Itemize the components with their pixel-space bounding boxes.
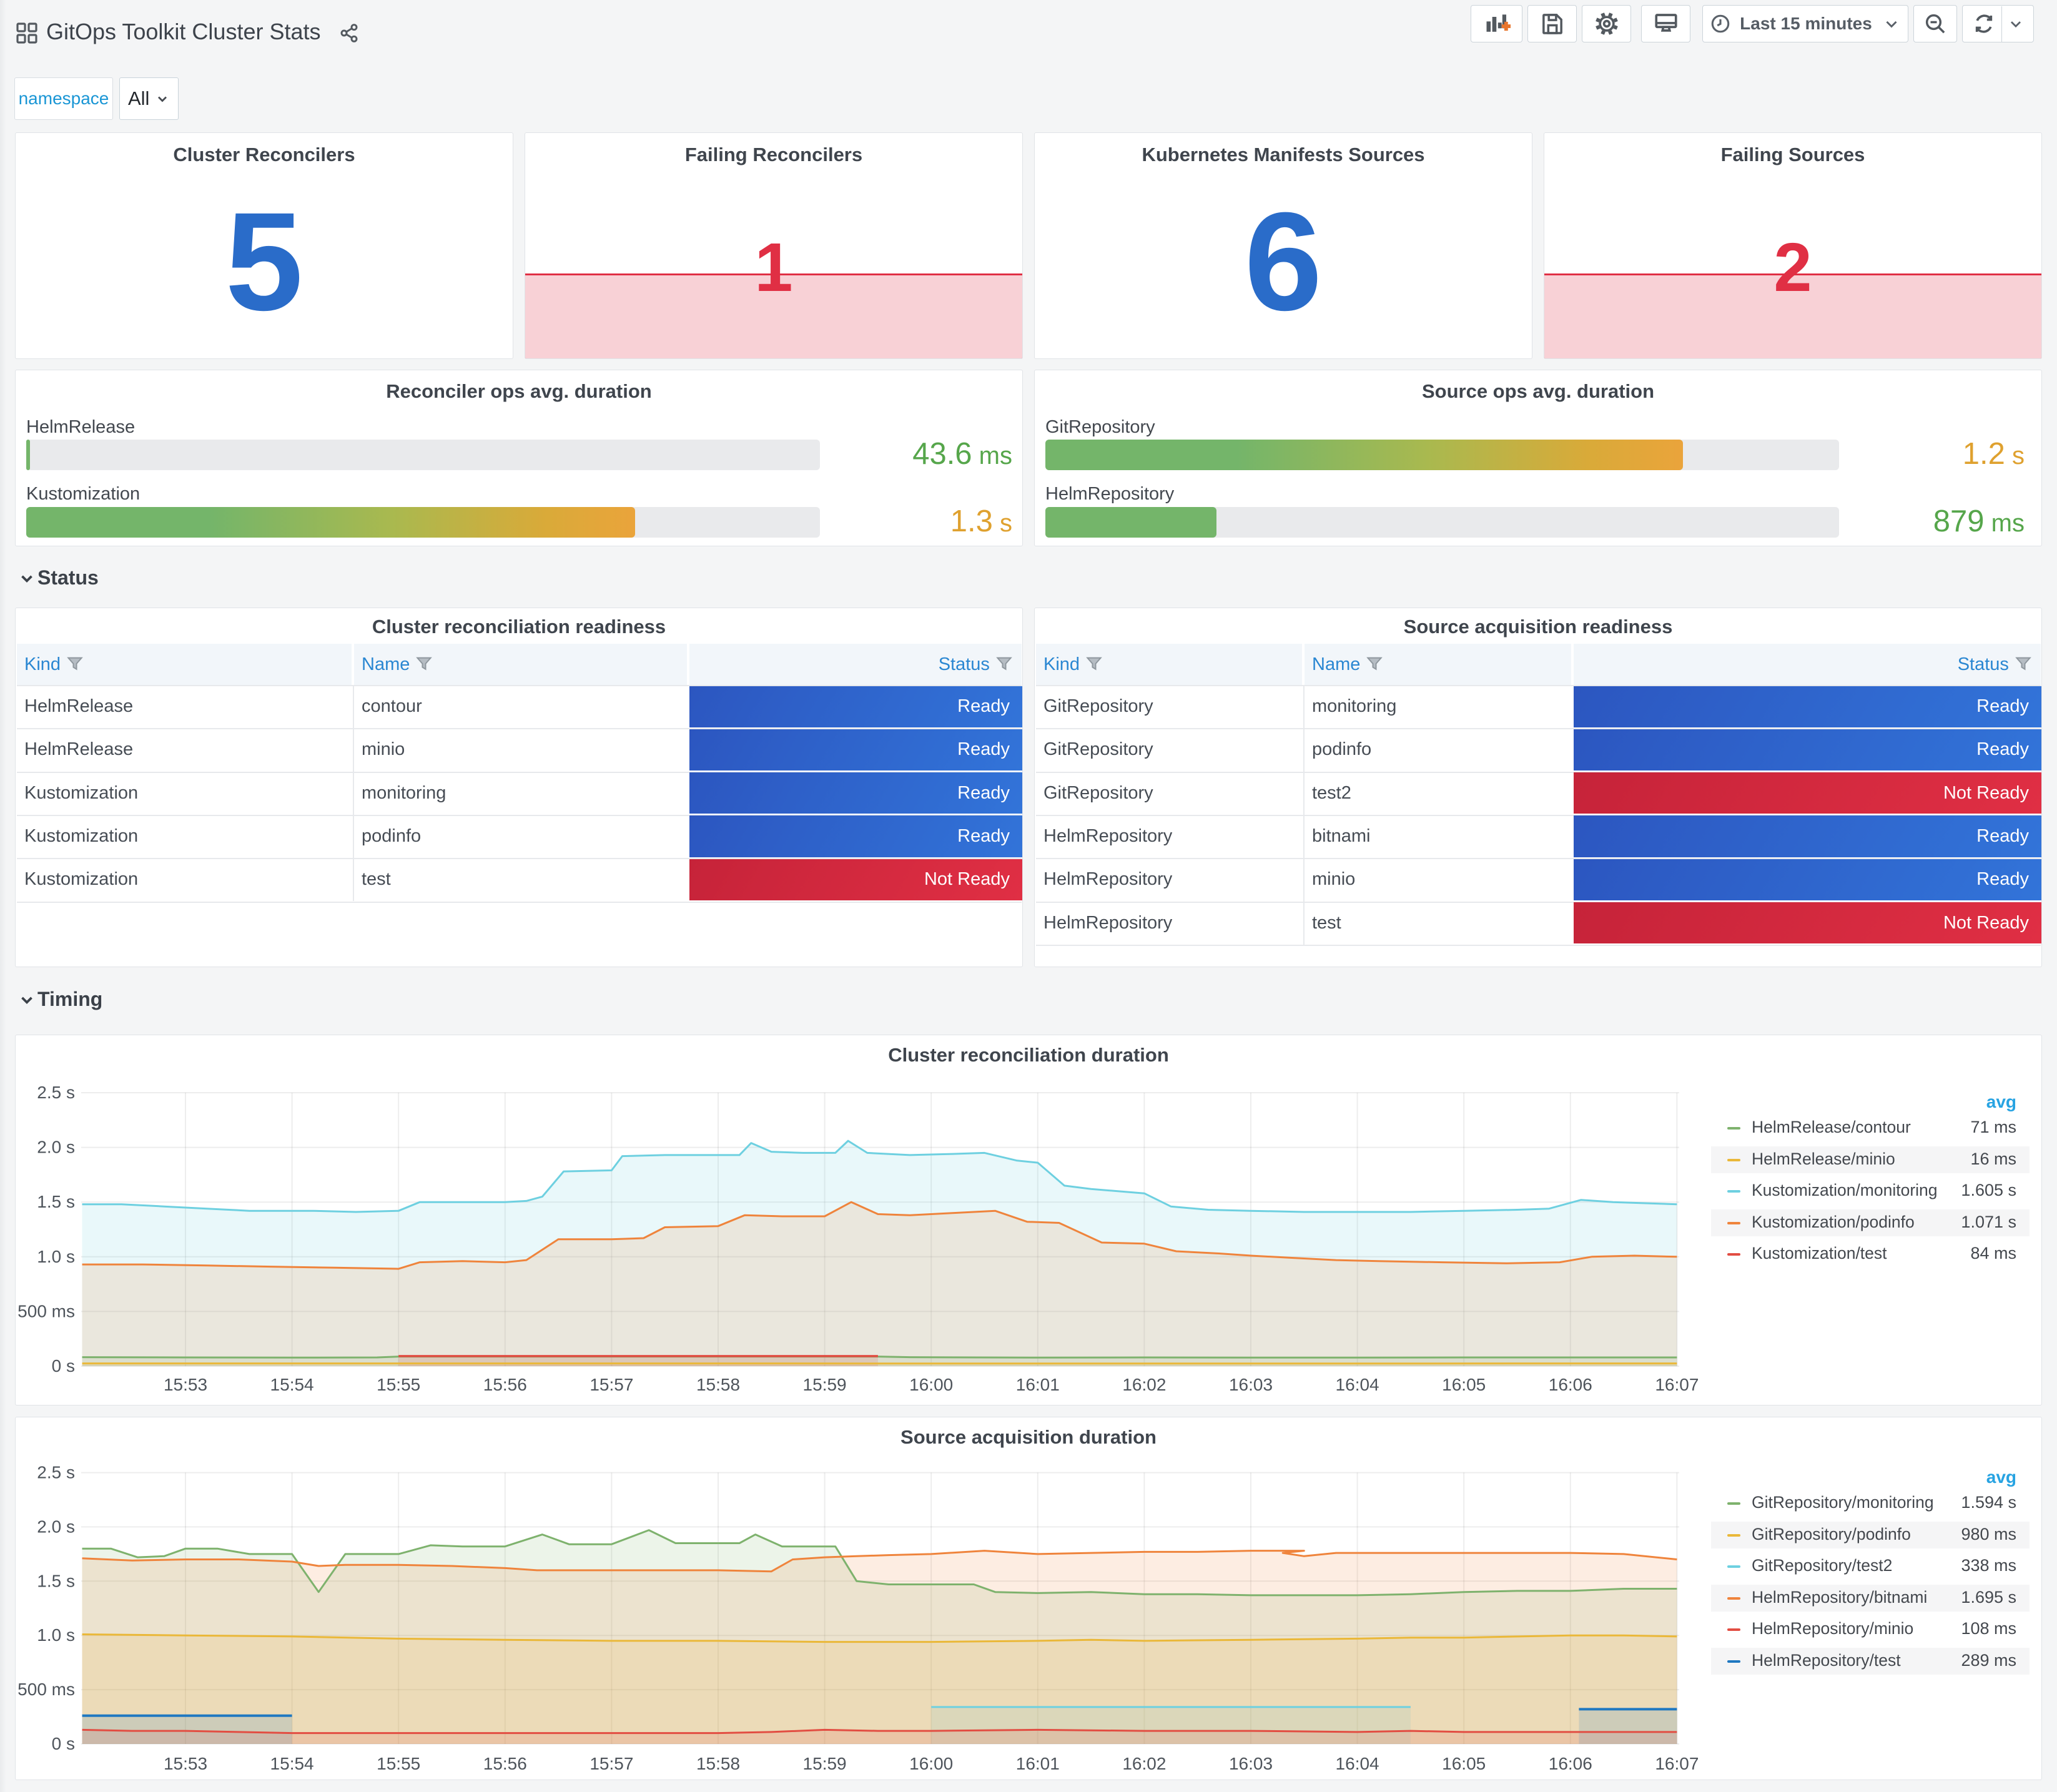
svg-text:15:55: 15:55 <box>377 1754 420 1773</box>
svg-text:1.5 s: 1.5 s <box>37 1571 75 1590</box>
svg-text:15:53: 15:53 <box>164 1375 207 1394</box>
svg-text:15:57: 15:57 <box>589 1375 633 1394</box>
svg-text:0 s: 0 s <box>52 1356 75 1376</box>
svg-text:15:53: 15:53 <box>164 1754 207 1773</box>
svg-text:16:04: 16:04 <box>1336 1375 1379 1394</box>
svg-text:500 ms: 500 ms <box>17 1301 75 1321</box>
svg-text:15:59: 15:59 <box>803 1375 847 1394</box>
svg-text:1.0 s: 1.0 s <box>37 1247 75 1266</box>
svg-text:15:59: 15:59 <box>803 1754 847 1773</box>
svg-text:16:06: 16:06 <box>1549 1754 1592 1773</box>
svg-text:500 ms: 500 ms <box>17 1680 75 1699</box>
svg-text:15:58: 15:58 <box>696 1754 740 1773</box>
svg-text:16:00: 16:00 <box>909 1375 953 1394</box>
svg-text:15:54: 15:54 <box>270 1754 314 1773</box>
svg-text:15:56: 15:56 <box>483 1375 527 1394</box>
svg-text:2.5 s: 2.5 s <box>37 1083 75 1102</box>
svg-text:16:01: 16:01 <box>1016 1754 1060 1773</box>
svg-text:1.0 s: 1.0 s <box>37 1625 75 1645</box>
svg-text:2.5 s: 2.5 s <box>37 1463 75 1482</box>
svg-text:15:58: 15:58 <box>696 1375 740 1394</box>
svg-text:16:02: 16:02 <box>1122 1754 1166 1773</box>
svg-text:16:00: 16:00 <box>909 1754 953 1773</box>
svg-text:15:55: 15:55 <box>377 1375 420 1394</box>
svg-text:0 s: 0 s <box>52 1734 75 1753</box>
svg-text:16:06: 16:06 <box>1549 1375 1592 1394</box>
svg-text:16:01: 16:01 <box>1016 1375 1060 1394</box>
svg-text:2.0 s: 2.0 s <box>37 1517 75 1536</box>
svg-text:15:56: 15:56 <box>483 1754 527 1773</box>
svg-text:16:02: 16:02 <box>1122 1375 1166 1394</box>
svg-text:16:07: 16:07 <box>1655 1754 1699 1773</box>
svg-text:16:05: 16:05 <box>1442 1375 1486 1394</box>
svg-text:16:03: 16:03 <box>1229 1375 1273 1394</box>
svg-text:16:07: 16:07 <box>1655 1375 1699 1394</box>
svg-text:15:57: 15:57 <box>589 1754 633 1773</box>
svg-text:16:05: 16:05 <box>1442 1754 1486 1773</box>
svg-text:1.5 s: 1.5 s <box>37 1192 75 1211</box>
svg-text:16:04: 16:04 <box>1336 1754 1379 1773</box>
svg-text:15:54: 15:54 <box>270 1375 314 1394</box>
svg-text:2.0 s: 2.0 s <box>37 1138 75 1157</box>
svg-text:16:03: 16:03 <box>1229 1754 1273 1773</box>
